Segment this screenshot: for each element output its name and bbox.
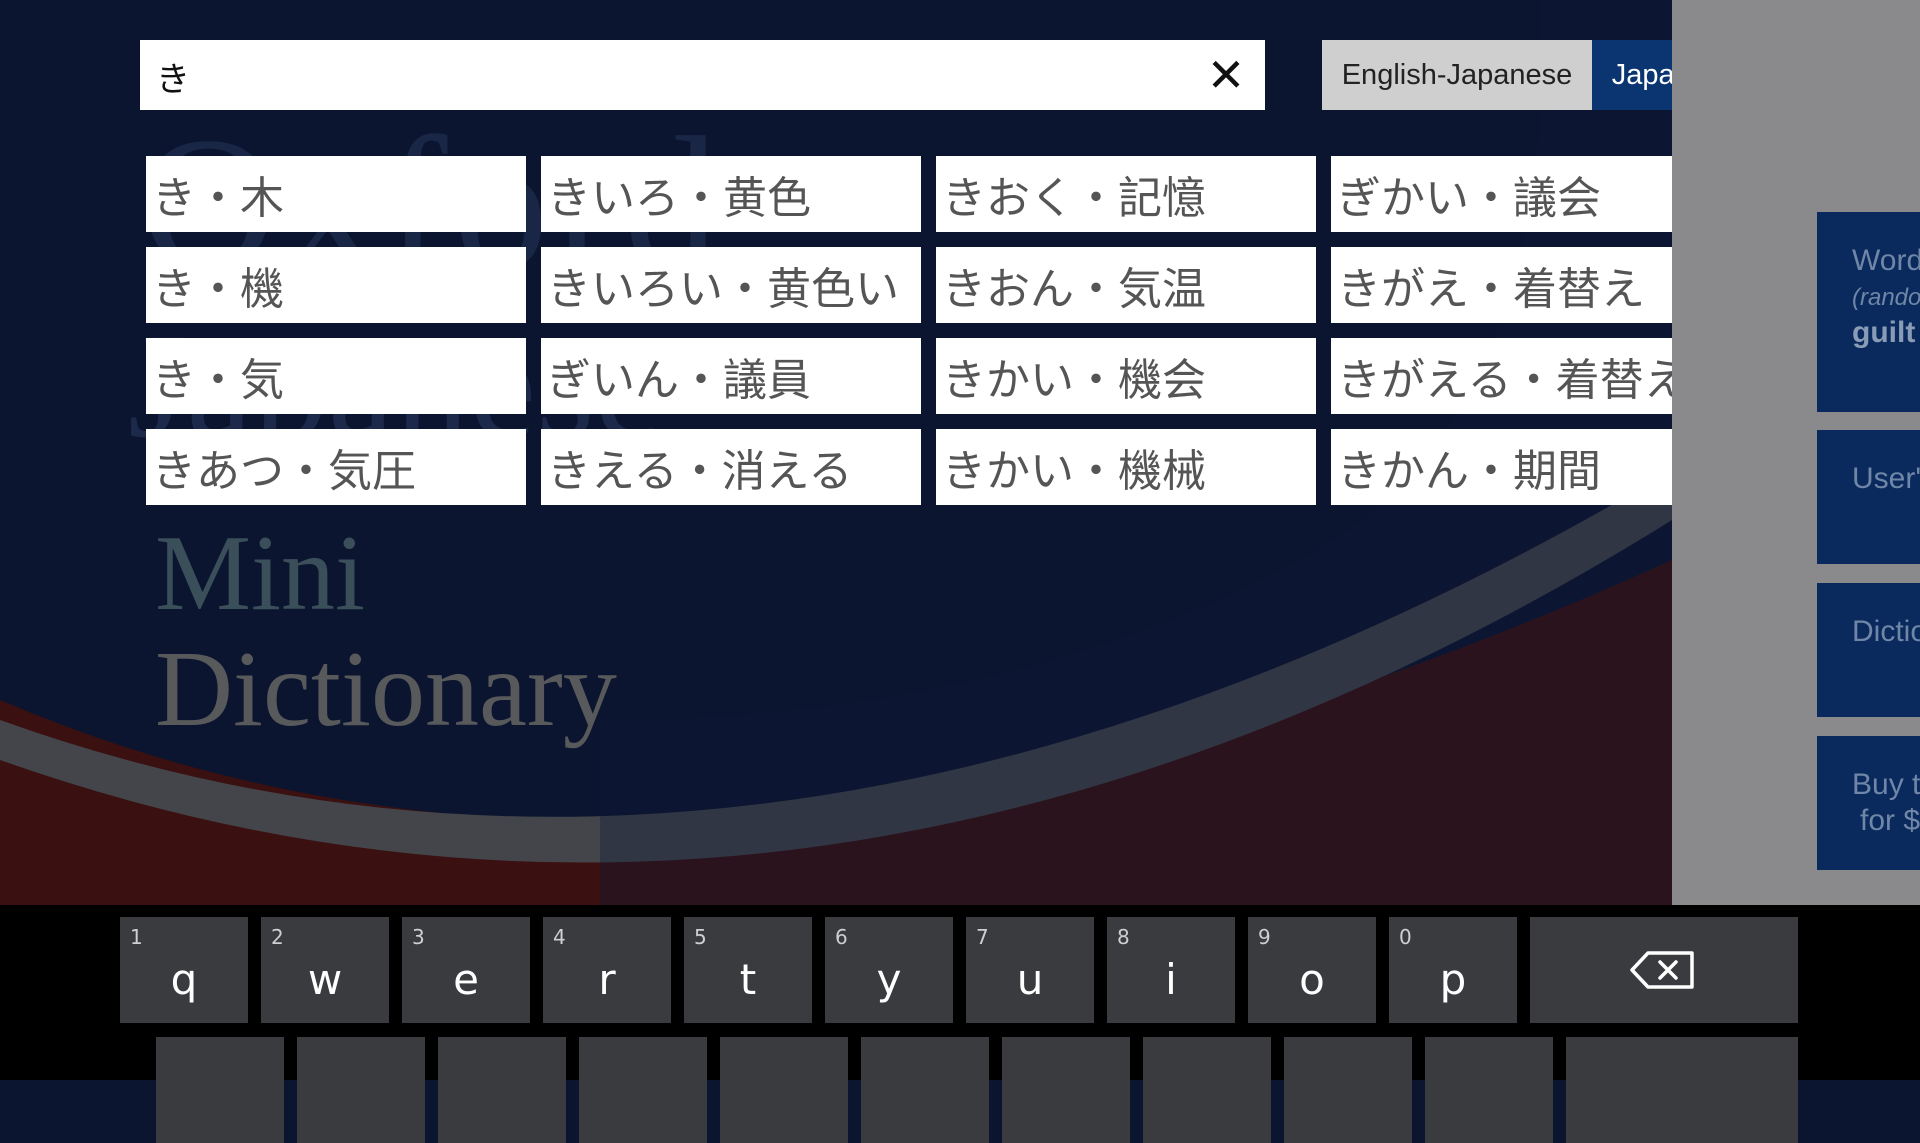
on-screen-keyboard: 1 q 2 w 3 e 4 r 5 t 6 y 7 u 8 i 9 o 0 p bbox=[0, 905, 1920, 1143]
key-char: r bbox=[598, 955, 616, 1004]
backspace-icon bbox=[1630, 951, 1694, 989]
word-tile-title: Word bbox=[1852, 244, 1920, 277]
word-of-day-tile[interactable]: Word (rando guilt bbox=[1817, 212, 1920, 412]
key-char: i bbox=[1165, 955, 1177, 1004]
dictionary-tile-label: Dictio bbox=[1852, 615, 1920, 648]
suggestion-item[interactable]: きあつ・気圧 bbox=[146, 429, 526, 505]
suggestions-grid: き・木 きいろ・黄色 きおく・記憶 ぎかい・議会 き・機 きいろい・黄色い きお… bbox=[146, 156, 1711, 505]
keyboard-key[interactable] bbox=[861, 1037, 989, 1143]
key-char: p bbox=[1439, 955, 1467, 1004]
suggestion-item[interactable]: き・機 bbox=[146, 247, 526, 323]
suggestion-item[interactable]: きいろい・黄色い bbox=[541, 247, 921, 323]
key-char: e bbox=[453, 955, 479, 1004]
suggestion-item[interactable]: きえる・消える bbox=[541, 429, 921, 505]
cover-title-dictionary: Dictionary bbox=[155, 630, 617, 749]
enter-key[interactable] bbox=[1566, 1037, 1798, 1143]
suggestion-item[interactable]: きかい・機械 bbox=[936, 429, 1316, 505]
key-char: w bbox=[307, 955, 343, 1004]
key-e[interactable]: 3 e bbox=[402, 917, 530, 1023]
key-number: 7 bbox=[976, 925, 989, 949]
suggestion-item[interactable]: ぎかい・議会 bbox=[1331, 156, 1711, 232]
buy-tile-line2: for $ bbox=[1860, 804, 1920, 837]
key-u[interactable]: 7 u bbox=[966, 917, 1094, 1023]
keyboard-key[interactable] bbox=[579, 1037, 707, 1143]
keyboard-key[interactable] bbox=[1002, 1037, 1130, 1143]
keyboard-key[interactable] bbox=[1425, 1037, 1553, 1143]
keyboard-key[interactable] bbox=[438, 1037, 566, 1143]
suggestion-item[interactable]: きいろ・黄色 bbox=[541, 156, 921, 232]
key-w[interactable]: 2 w bbox=[261, 917, 389, 1023]
suggestion-item[interactable]: きがえる・着替える bbox=[1331, 338, 1711, 414]
cover-title: Mini Dictionary bbox=[155, 520, 617, 744]
search-box: ✕ bbox=[140, 40, 1265, 110]
buy-tile[interactable]: Buy th for $ bbox=[1817, 736, 1920, 870]
search-input[interactable] bbox=[154, 50, 1178, 102]
key-number: 0 bbox=[1399, 925, 1412, 949]
key-char: u bbox=[1016, 955, 1044, 1004]
key-p[interactable]: 0 p bbox=[1389, 917, 1517, 1023]
suggestion-item[interactable]: きがえ・着替え bbox=[1331, 247, 1711, 323]
keyboard-key[interactable] bbox=[1284, 1037, 1412, 1143]
backspace-key[interactable] bbox=[1530, 917, 1798, 1023]
key-char: q bbox=[170, 955, 198, 1004]
user-tile-label: User' bbox=[1852, 462, 1920, 495]
buy-tile-line1: Buy th bbox=[1852, 768, 1920, 801]
suggestion-item[interactable]: き・気 bbox=[146, 338, 526, 414]
user-tile[interactable]: User' bbox=[1817, 430, 1920, 564]
key-y[interactable]: 6 y bbox=[825, 917, 953, 1023]
keyboard-key[interactable] bbox=[156, 1037, 284, 1143]
key-number: 4 bbox=[553, 925, 566, 949]
key-number: 9 bbox=[1258, 925, 1271, 949]
key-t[interactable]: 5 t bbox=[684, 917, 812, 1023]
word-tile-value: guilt bbox=[1852, 316, 1916, 349]
key-q[interactable]: 1 q bbox=[120, 917, 248, 1023]
key-char: o bbox=[1299, 955, 1325, 1004]
suggestion-item[interactable]: ぎいん・議員 bbox=[541, 338, 921, 414]
keyboard-key[interactable] bbox=[1143, 1037, 1271, 1143]
key-number: 5 bbox=[694, 925, 707, 949]
suggestion-item[interactable]: きおく・記憶 bbox=[936, 156, 1316, 232]
dictionary-tile[interactable]: Dictio bbox=[1817, 583, 1920, 717]
suggestion-item[interactable]: きおん・気温 bbox=[936, 247, 1316, 323]
key-char: t bbox=[739, 955, 757, 1004]
key-r[interactable]: 4 r bbox=[543, 917, 671, 1023]
word-tile-subtitle: (rando bbox=[1852, 284, 1920, 311]
clear-search-button[interactable]: ✕ bbox=[1201, 48, 1251, 102]
close-icon: ✕ bbox=[1206, 48, 1246, 102]
key-number: 1 bbox=[130, 925, 143, 949]
keyboard-key[interactable] bbox=[297, 1037, 425, 1143]
key-i[interactable]: 8 i bbox=[1107, 917, 1235, 1023]
english-japanese-button[interactable]: English-Japanese bbox=[1322, 40, 1592, 110]
cover-title-mini: Mini bbox=[155, 514, 366, 633]
key-number: 6 bbox=[835, 925, 848, 949]
suggestion-item[interactable]: き・木 bbox=[146, 156, 526, 232]
key-o[interactable]: 9 o bbox=[1248, 917, 1376, 1023]
key-number: 2 bbox=[271, 925, 284, 949]
suggestion-item[interactable]: きかい・機会 bbox=[936, 338, 1316, 414]
key-number: 3 bbox=[412, 925, 425, 949]
key-number: 8 bbox=[1117, 925, 1130, 949]
suggestion-item[interactable]: きかん・期間 bbox=[1331, 429, 1711, 505]
key-char: y bbox=[876, 955, 902, 1004]
keyboard-key[interactable] bbox=[720, 1037, 848, 1143]
